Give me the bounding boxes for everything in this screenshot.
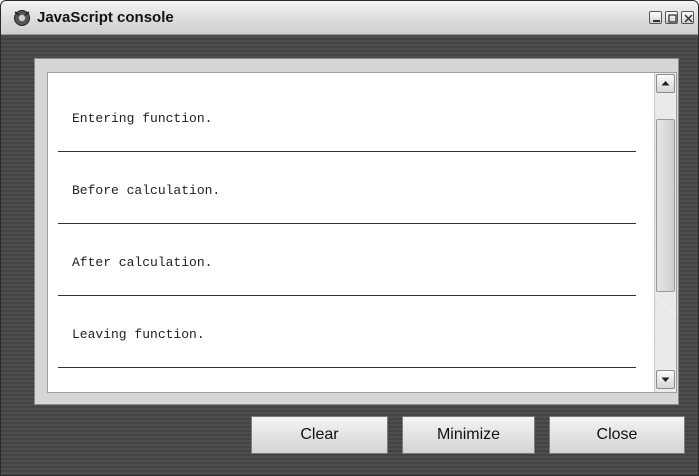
console-log[interactable]: Entering function. Before calculation. A… xyxy=(47,72,677,393)
javascript-console-window: JavaScript console Entering function. Be… xyxy=(0,0,699,476)
window-title: JavaScript console xyxy=(37,9,174,26)
minimize-icon[interactable] xyxy=(649,11,662,24)
scrollbar-thumb[interactable] xyxy=(656,119,675,292)
log-entry: After calculation. xyxy=(58,255,636,328)
log-entry-text: Leaving function. xyxy=(72,327,205,342)
log-entry-divider xyxy=(58,223,636,224)
maximize-icon[interactable] xyxy=(665,11,678,24)
vertical-scrollbar[interactable] xyxy=(654,73,676,392)
log-entry-text: After calculation. xyxy=(72,255,213,270)
log-entry: Before calculation. xyxy=(58,183,636,256)
minimize-button[interactable]: Minimize xyxy=(402,416,535,454)
arrow-up-icon[interactable] xyxy=(656,74,675,93)
log-entry-divider xyxy=(58,295,636,296)
log-entry-text: Entering function. xyxy=(72,111,213,126)
log-entry-divider xyxy=(58,367,636,368)
close-icon[interactable] xyxy=(681,11,694,24)
clear-button[interactable]: Clear xyxy=(251,416,388,454)
close-button[interactable]: Close xyxy=(549,416,685,454)
log-entry-text: Before calculation. xyxy=(72,183,221,198)
console-icon xyxy=(13,9,31,27)
log-entry-divider xyxy=(58,151,636,152)
log-entry: Leaving function. xyxy=(58,327,636,392)
console-panel: Entering function. Before calculation. A… xyxy=(34,58,679,405)
arrow-down-icon[interactable] xyxy=(656,370,675,389)
title-bar[interactable]: JavaScript console xyxy=(1,1,698,35)
log-entry: Entering function. xyxy=(58,111,636,184)
